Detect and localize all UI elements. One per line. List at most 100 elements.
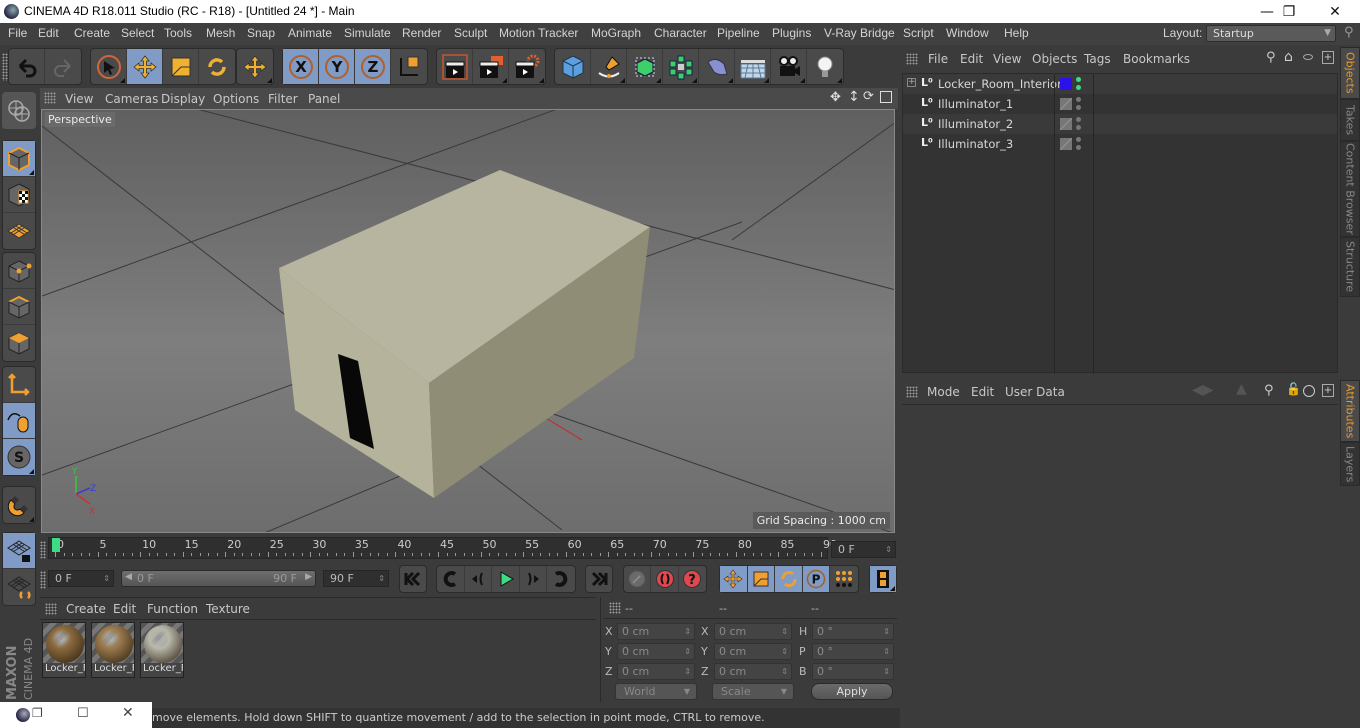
scale-key-button[interactable]	[747, 566, 776, 592]
y-axis-button[interactable]: Y	[319, 49, 355, 84]
material-swatch[interactable]: Locker_F	[42, 622, 86, 678]
editor-visibility-dot[interactable]	[1076, 77, 1081, 82]
tab-objects[interactable]: Objects	[1340, 47, 1360, 99]
viewport-3d[interactable]: Y Z X Perspective Grid Spacing : 1000 cm	[41, 109, 895, 533]
tab-structure[interactable]: Structure	[1340, 237, 1360, 297]
material-menu-texture[interactable]: Texture	[206, 602, 250, 616]
current-frame-field[interactable]: 0 F ⇕	[831, 541, 896, 558]
grip-handle[interactable]	[44, 92, 56, 104]
previous-frame-button[interactable]	[465, 566, 493, 592]
layer-tag-icon[interactable]	[1060, 98, 1072, 110]
workplane-lock-button[interactable]	[3, 533, 35, 569]
next-frame-button[interactable]	[520, 566, 548, 592]
position-z-field[interactable]: 0 cm ⇕	[617, 663, 695, 680]
spinner-icon[interactable]: ⇕	[378, 571, 385, 586]
spinner-icon[interactable]: ⇕	[103, 571, 110, 586]
tab-layers[interactable]: Layers	[1340, 442, 1360, 486]
points-mode-button[interactable]	[3, 253, 35, 289]
editor-visibility-dot[interactable]	[1076, 137, 1081, 142]
object-row[interactable]: L⁰ Illuminator_1	[903, 94, 1337, 114]
render-view-button[interactable]	[437, 49, 473, 84]
cube-button[interactable]	[555, 49, 591, 84]
point-level-animation-button[interactable]	[830, 566, 858, 592]
size-y-field[interactable]: 0 cm ⇕	[714, 643, 792, 660]
deformer-button[interactable]	[699, 49, 735, 84]
make-editable-button[interactable]	[2, 92, 36, 130]
menu-plugins[interactable]: Plugins	[772, 26, 811, 40]
render-visibility-dot[interactable]	[1076, 85, 1081, 90]
grip-handle[interactable]	[906, 386, 918, 398]
viewport-menu-display[interactable]: Display	[161, 92, 205, 106]
menu-create[interactable]: Create	[74, 26, 110, 40]
frame-range-slider[interactable]: ◀ 0 F 90 F ▶	[121, 570, 316, 587]
menu-vray-bridge[interactable]: V-Ray Bridge	[824, 26, 895, 40]
menu-render[interactable]: Render	[402, 26, 441, 40]
rotation-h-field[interactable]: 0 ° ⇕	[812, 623, 894, 640]
layer-tag-icon[interactable]	[1060, 138, 1072, 150]
texture-mode-button[interactable]	[3, 177, 35, 213]
toggle-view-icon[interactable]	[880, 91, 892, 103]
search-icon[interactable]: ⚲	[1344, 25, 1354, 40]
play-button[interactable]	[492, 566, 520, 592]
menu-help[interactable]: Help	[1004, 26, 1029, 40]
render-visibility-dot[interactable]	[1076, 125, 1081, 130]
restore-icon[interactable]: ❐	[32, 706, 43, 720]
object-menu-objects[interactable]: Objects	[1032, 52, 1077, 66]
spinner-icon[interactable]: ⇕	[684, 644, 691, 659]
object-menu-view[interactable]: View	[993, 52, 1021, 66]
parameter-key-button[interactable]: P	[802, 566, 831, 592]
next-keyframe-button[interactable]	[547, 566, 575, 592]
render-picture-viewer-button[interactable]	[473, 49, 509, 84]
maximize-icon[interactable]: ☐	[77, 706, 89, 721]
render-settings-button[interactable]	[509, 49, 545, 84]
object-row[interactable]: + L⁰ Locker_Room_Interior	[903, 74, 1337, 94]
edges-mode-button[interactable]	[3, 289, 35, 325]
object-menu-tags[interactable]: Tags	[1084, 52, 1111, 66]
viewport-menu-options[interactable]: Options	[213, 92, 259, 106]
spinner-icon[interactable]: ⇕	[684, 664, 691, 679]
menu-snap[interactable]: Snap	[247, 26, 275, 40]
rotation-key-button[interactable]	[775, 566, 803, 592]
playhead[interactable]	[52, 538, 60, 552]
coordinate-system-button[interactable]	[391, 49, 427, 84]
menu-character[interactable]: Character	[654, 26, 707, 40]
solo-mode-button[interactable]: S	[3, 439, 35, 475]
x-axis-button[interactable]: X	[283, 49, 319, 84]
snap-button[interactable]	[3, 487, 35, 523]
live-selection-button[interactable]	[91, 49, 127, 84]
size-z-field[interactable]: 0 cm ⇕	[714, 663, 792, 680]
spinner-icon[interactable]: ⇕	[781, 624, 788, 639]
record-active-objects-button[interactable]	[624, 566, 652, 592]
spinner-icon[interactable]: ⇕	[885, 542, 892, 557]
previous-keyframe-button[interactable]	[437, 566, 465, 592]
position-key-button[interactable]	[720, 566, 748, 592]
undo-button[interactable]	[9, 49, 45, 84]
size-x-field[interactable]: 0 cm ⇕	[714, 623, 792, 640]
menu-file[interactable]: File	[8, 26, 27, 40]
attribute-menu-mode[interactable]: Mode	[927, 385, 960, 399]
light-button[interactable]	[807, 49, 843, 84]
autokeying-button[interactable]	[651, 566, 679, 592]
object-menu-bookmarks[interactable]: Bookmarks	[1123, 52, 1190, 66]
search-icon[interactable]: ⚲	[1264, 383, 1274, 398]
render-visibility-dot[interactable]	[1076, 145, 1081, 150]
close-button[interactable]: ✕	[1312, 0, 1358, 23]
start-frame-field[interactable]: 0 F ⇕	[48, 570, 114, 587]
spinner-icon[interactable]: ⇕	[883, 624, 890, 639]
material-menu-edit[interactable]: Edit	[113, 602, 136, 616]
coordinate-mode-dropdown[interactable]: World ▼	[615, 683, 697, 700]
locker-room-box[interactable]	[279, 170, 650, 498]
range-left-arrow-icon[interactable]: ◀	[125, 572, 132, 582]
menu-pipeline[interactable]: Pipeline	[717, 26, 760, 40]
menu-edit[interactable]: Edit	[38, 26, 59, 40]
range-right-arrow-icon[interactable]: ▶	[305, 572, 312, 582]
render-visibility-dot[interactable]	[1076, 105, 1081, 110]
viewport-menu-view[interactable]: View	[65, 92, 93, 106]
object-row[interactable]: L⁰ Illuminator_3	[903, 134, 1337, 154]
menu-simulate[interactable]: Simulate	[344, 26, 391, 40]
spinner-icon[interactable]: ⇕	[781, 644, 788, 659]
editor-visibility-dot[interactable]	[1076, 97, 1081, 102]
editor-visibility-dot[interactable]	[1076, 117, 1081, 122]
search-icon[interactable]: ⚲	[1266, 50, 1276, 65]
polygons-mode-button[interactable]	[3, 325, 35, 361]
